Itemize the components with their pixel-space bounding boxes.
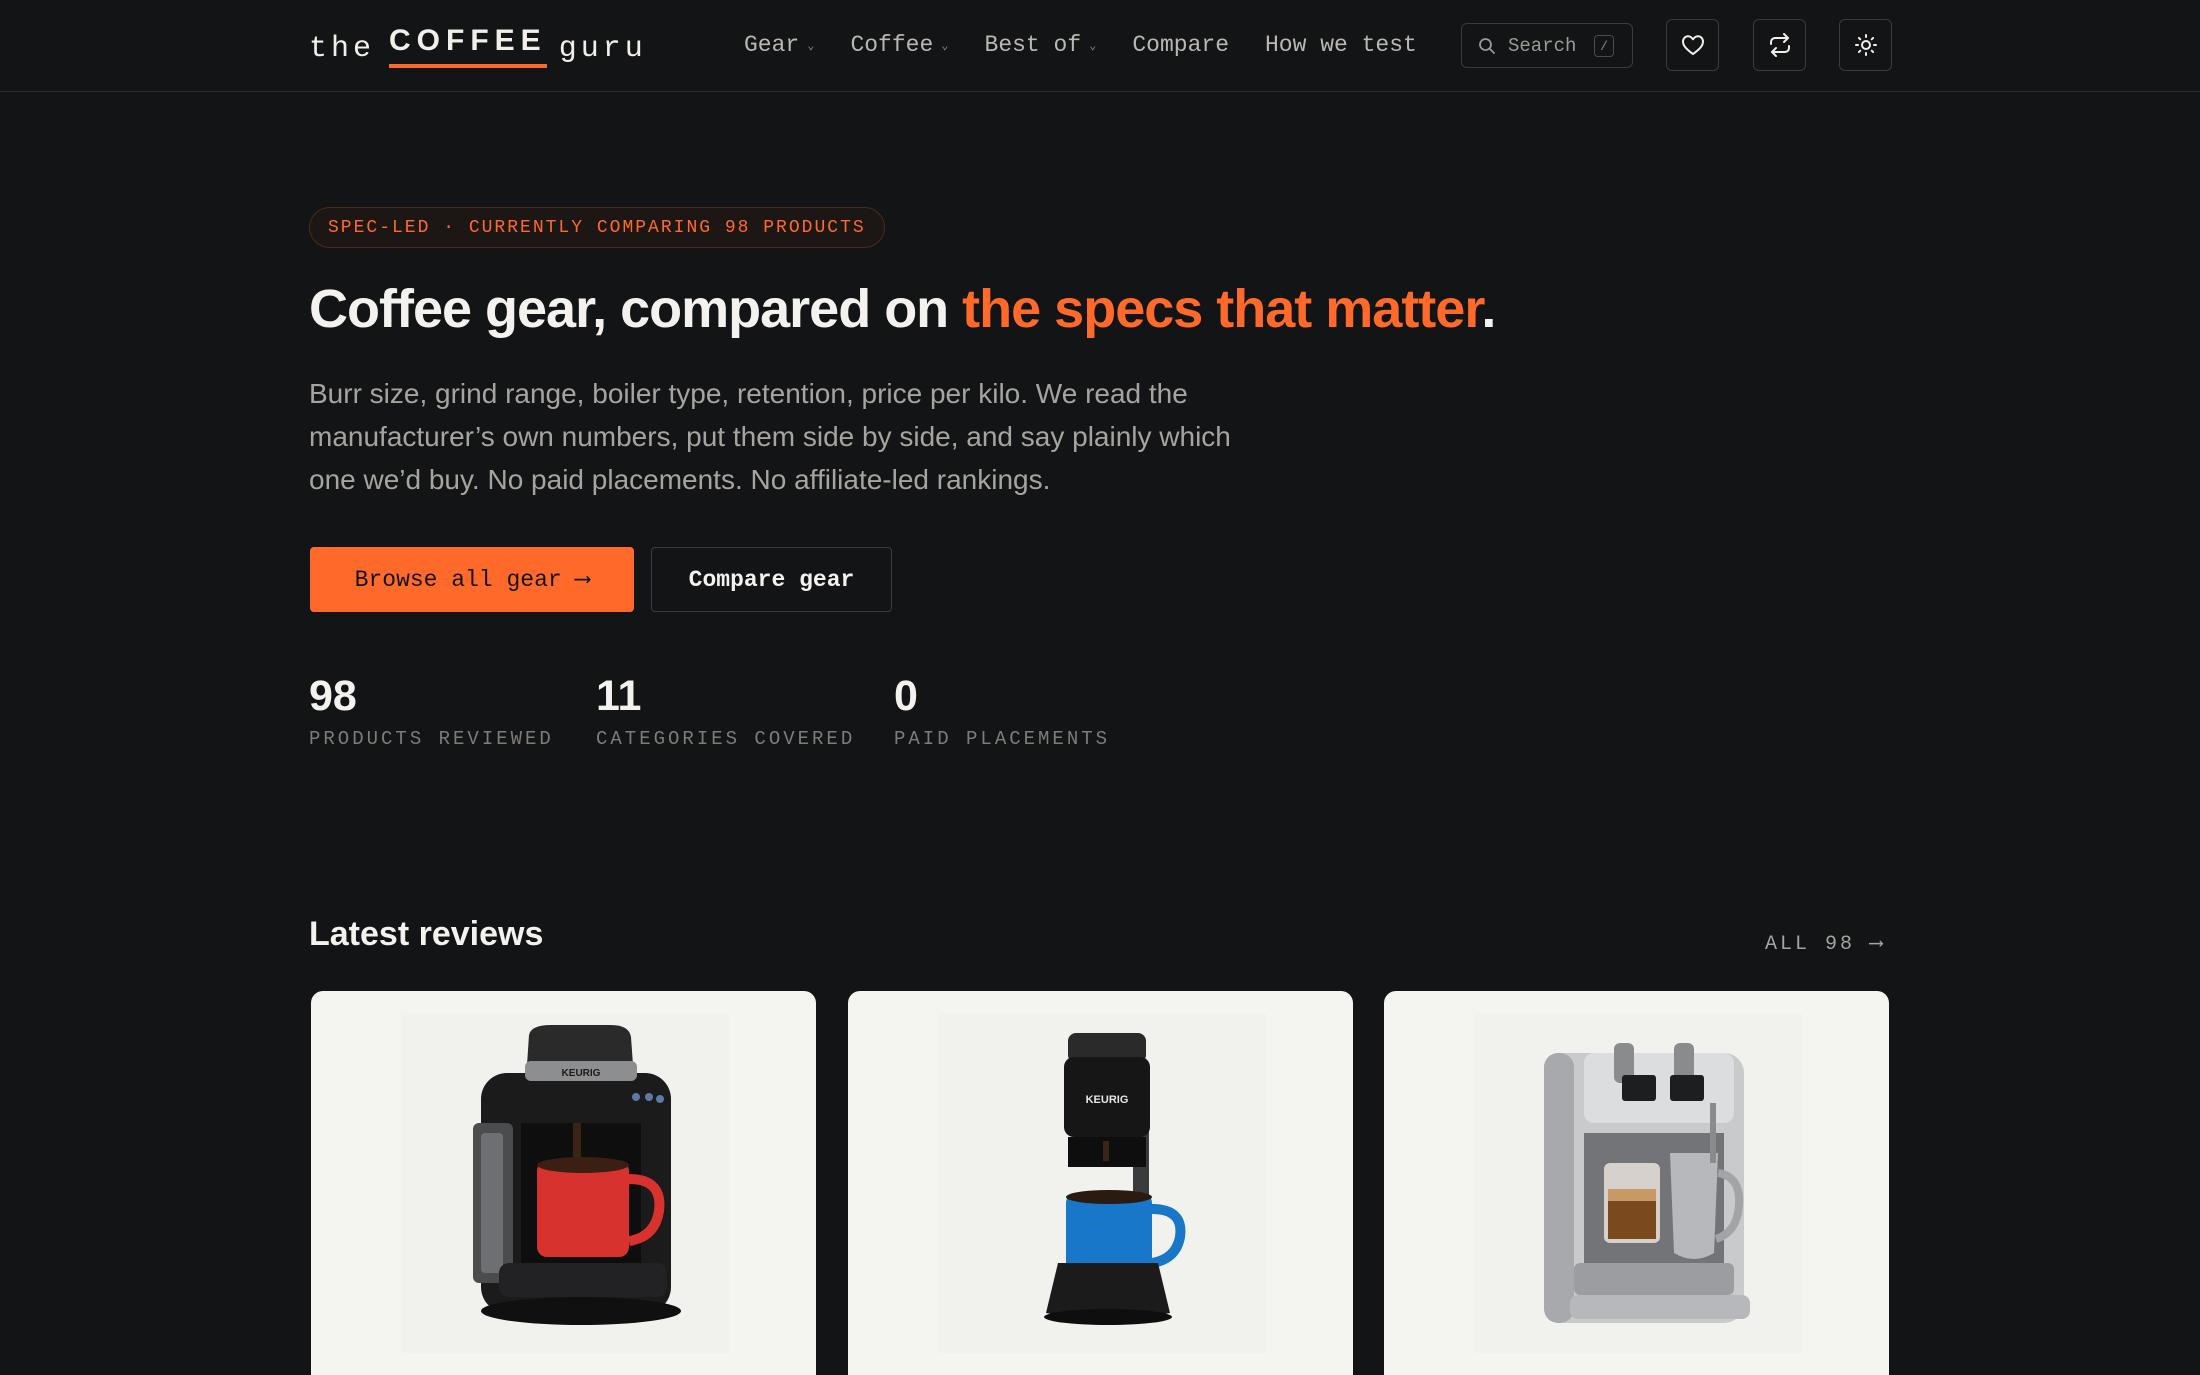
review-card[interactable]: KEURIG <box>311 991 816 1375</box>
nav-gear-label: Gear <box>744 32 800 58</box>
stat-categories-covered: 11 CATEGORIES COVERED <box>596 672 855 750</box>
headline-end: . <box>1481 279 1496 339</box>
site-logo[interactable]: the COFFEE guru <box>309 24 647 70</box>
browse-all-gear-button[interactable]: Browse all gear ⟶ <box>310 547 634 612</box>
compare-arrows-icon <box>1769 33 1790 57</box>
nav-compare[interactable]: Compare <box>1132 32 1229 58</box>
nav-how-we-test-label: How we test <box>1265 32 1417 58</box>
nav-best-of-label: Best of <box>984 32 1082 58</box>
top-nav: the COFFEE guru Gear ⌄ Coffee ⌄ Best of … <box>0 0 2200 92</box>
main-menu: Gear ⌄ Coffee ⌄ Best of ⌄ Compare How we… <box>744 27 1453 63</box>
page-title: Coffee gear, compared on the specs that … <box>309 278 1496 340</box>
all-reviews-link[interactable]: ALL 98 ⟶ <box>1765 930 1885 956</box>
hero-description: Burr size, grind range, boiler type, ret… <box>309 378 1231 495</box>
stat-paid-placements: 0 PAID PLACEMENTS <box>894 672 1110 750</box>
stat-label: CATEGORIES COVERED <box>596 728 856 750</box>
search-icon <box>1479 37 1495 54</box>
chevron-down-icon: ⌄ <box>941 38 949 53</box>
review-card[interactable]: KEURIG <box>848 991 1353 1375</box>
keurig-slim-image: KEURIG <box>1044 1033 1186 1325</box>
nav-how-we-test[interactable]: How we test <box>1265 32 1417 58</box>
product-image: KEURIG <box>401 1013 729 1353</box>
chevron-down-icon: ⌄ <box>807 38 815 53</box>
stat-label: PAID PLACEMENTS <box>894 728 1111 750</box>
headline-plain: Coffee gear, compared on <box>309 279 963 339</box>
search-shortcut-key: / <box>1594 35 1614 57</box>
nav-best-of[interactable]: Best of ⌄ <box>985 32 1097 58</box>
keurig-classic-image: KEURIG <box>473 1025 681 1325</box>
keurig-logo-text: KEURIG <box>562 1068 601 1079</box>
stat-value: 0 <box>894 672 918 720</box>
logo-the: the <box>309 32 376 66</box>
theme-toggle-button[interactable] <box>1839 19 1892 71</box>
logo-coffee: COFFEE <box>389 24 547 68</box>
latest-reviews-heading: Latest reviews <box>309 915 544 953</box>
product-image <box>1474 1013 1802 1353</box>
chevron-down-icon: ⌄ <box>1089 38 1097 53</box>
nav-gear[interactable]: Gear ⌄ <box>744 32 814 58</box>
stat-label: PRODUCTS REVIEWED <box>309 728 554 750</box>
hero-badge: SPEC-LED · CURRENTLY COMPARING 98 PRODUC… <box>309 207 885 248</box>
stat-products-reviewed: 98 PRODUCTS REVIEWED <box>309 672 554 750</box>
headline-accent: the specs that matter <box>962 279 1482 339</box>
compare-tray-button[interactable] <box>1753 19 1806 71</box>
favorites-button[interactable] <box>1666 19 1719 71</box>
breville-creatista-image <box>1544 1043 1750 1323</box>
product-image: KEURIG <box>938 1013 1266 1353</box>
compare-gear-button[interactable]: Compare gear <box>651 547 892 612</box>
search-button[interactable]: Search / <box>1461 23 1633 68</box>
review-card[interactable] <box>1384 991 1889 1375</box>
search-label: Search <box>1508 34 1577 57</box>
sun-icon <box>1854 34 1877 56</box>
logo-guru: guru <box>558 32 647 66</box>
heart-icon <box>1681 35 1704 55</box>
keurig-logo-text: KEURIG <box>1086 1094 1129 1106</box>
stat-value: 98 <box>309 672 357 720</box>
nav-compare-label: Compare <box>1132 32 1229 58</box>
stat-value: 11 <box>596 672 642 720</box>
nav-coffee-label: Coffee <box>850 32 934 58</box>
nav-coffee[interactable]: Coffee ⌄ <box>850 32 948 58</box>
